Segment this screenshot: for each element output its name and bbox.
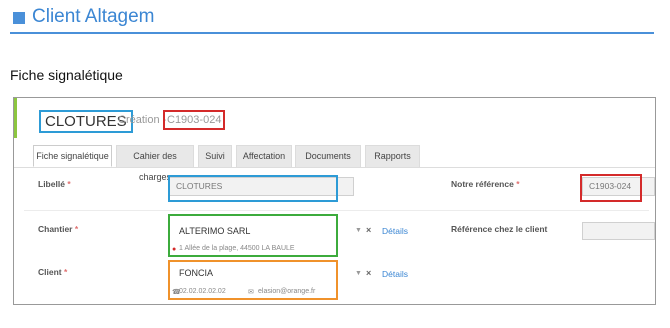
section-title: Fiche signalétique <box>10 67 123 83</box>
doc-title: Client Altagem <box>32 6 155 27</box>
libelle-label: Libellé * <box>38 179 71 189</box>
envelope-icon: ✉ <box>248 289 254 296</box>
status-accent-bar <box>14 98 17 138</box>
chantier-label: Chantier * <box>38 224 79 234</box>
row-divider <box>24 210 649 211</box>
chevron-down-icon[interactable]: ▼ <box>355 227 362 234</box>
client-phone: 02.02.02.02.02 <box>179 288 226 295</box>
tab-documents[interactable]: Documents <box>295 145 361 167</box>
record-reference: C1903-024 <box>163 110 226 130</box>
notre-reference-highlight <box>580 174 642 202</box>
map-pin-icon: ● <box>172 246 177 253</box>
doc-header: Client Altagem <box>10 6 654 30</box>
tab-rapports[interactable]: Rapports <box>365 145 420 167</box>
tab-suivi[interactable]: Suivi <box>198 145 232 167</box>
libelle-highlight <box>168 175 338 202</box>
chevron-down-icon[interactable]: ▼ <box>355 270 362 277</box>
tab-underline <box>14 167 655 168</box>
chantier-details-link[interactable]: Détails <box>382 226 408 236</box>
creation-label: Création - <box>118 114 167 126</box>
tab-affectation[interactable]: Affectation <box>236 145 292 167</box>
tab-fiche-signaletique[interactable]: Fiche signalétique <box>33 145 112 167</box>
notre-reference-label: Notre référence * <box>451 179 520 189</box>
tab-cahier-des-charges[interactable]: Cahier des charges <box>116 145 194 182</box>
chantier-address: 1 Allée de la plage, 44500 LA BAULE <box>179 245 295 252</box>
app-screenshot-frame: CLOTURES Création - C1903-024 Fiche sign… <box>13 97 656 305</box>
client-select-value[interactable]: FONCIA <box>179 268 213 278</box>
client-email: elasion@orange.fr <box>258 288 316 295</box>
reference-client-input[interactable] <box>582 222 655 240</box>
client-label: Client * <box>38 267 68 277</box>
clear-chantier-button[interactable]: × <box>366 225 371 235</box>
clear-client-button[interactable]: × <box>366 268 371 278</box>
client-details-link[interactable]: Détails <box>382 269 408 279</box>
square-bullet-icon <box>13 12 25 24</box>
chantier-select-value[interactable]: ALTERIMO SARL <box>179 226 250 236</box>
reference-client-label: Référence chez le client <box>451 224 548 234</box>
header-divider <box>10 32 654 34</box>
